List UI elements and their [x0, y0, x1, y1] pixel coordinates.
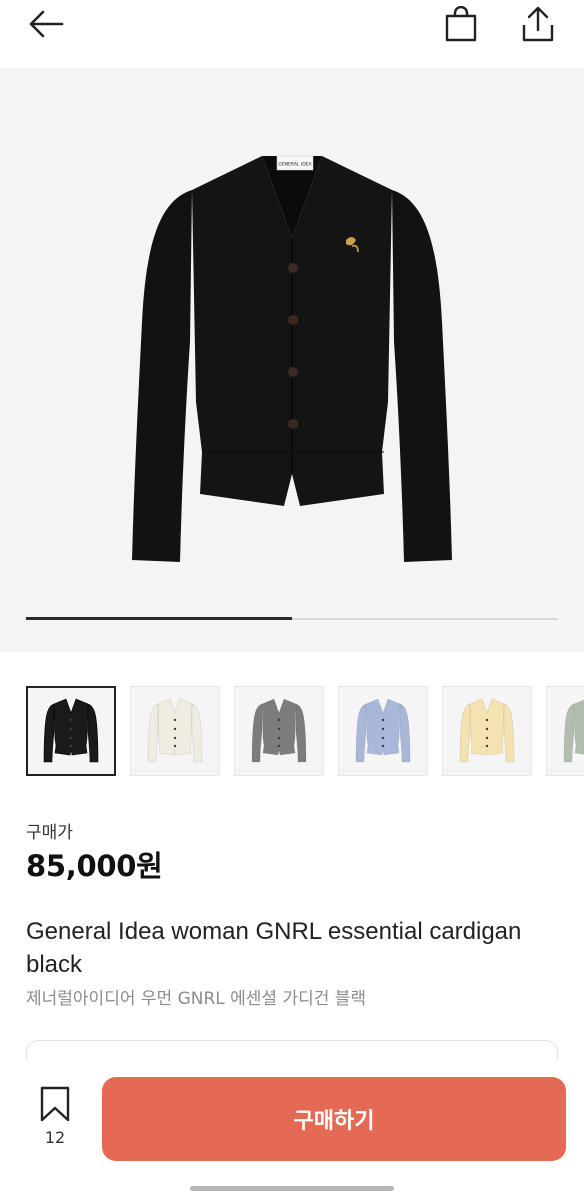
image-progress-fill [26, 617, 292, 620]
share-icon [522, 6, 554, 42]
product-image-carousel[interactable]: GENERAL IDEA [0, 68, 584, 652]
bookmark-icon [40, 1086, 70, 1122]
color-thumbnail-black[interactable] [26, 686, 116, 776]
color-thumbnail-light-blue[interactable] [338, 686, 428, 776]
cardigan-thumbnail-image [147, 698, 203, 763]
product-subtitle: 제너럴아이디어 우먼 GNRL 에센셜 가디건 블랙 [26, 989, 367, 1009]
image-progress-track [26, 617, 558, 620]
buy-button[interactable]: 구매하기 [102, 1077, 566, 1161]
shopping-bag-button[interactable] [438, 2, 484, 46]
product-title: General Idea woman GNRL essential cardig… [26, 918, 522, 978]
left-sleeve [132, 190, 192, 562]
brand-label-text: GENERAL IDEA [278, 162, 312, 168]
cardigan-thumbnail-image [459, 698, 515, 763]
color-thumbnail-sage[interactable] [546, 686, 584, 776]
home-indicator [190, 1186, 394, 1191]
top-navigation-bar [0, 0, 584, 50]
color-thumbnail-list [26, 686, 584, 776]
cardigan-thumbnail-image [43, 698, 99, 763]
color-thumbnail-ivory[interactable] [130, 686, 220, 776]
cardigan-image: GENERAL IDEA [132, 155, 452, 562]
price-value: 85,000원 [26, 849, 163, 883]
share-button[interactable] [514, 2, 562, 46]
wishlist-button[interactable]: 12 [30, 1086, 80, 1156]
wishlist-count: 12 [44, 1128, 66, 1147]
cardigan-thumbnail-image [355, 698, 411, 763]
right-sleeve [392, 190, 452, 562]
color-thumbnail-butter-yellow[interactable] [442, 686, 532, 776]
shopping-bag-icon [445, 6, 477, 42]
cardigan-thumbnail-image [563, 699, 584, 763]
back-button[interactable] [22, 4, 70, 44]
color-thumbnail-gray[interactable] [234, 686, 324, 776]
price-label: 구매가 [26, 823, 73, 843]
arrow-left-icon [29, 10, 64, 38]
cardigan-thumbnail-image [251, 698, 307, 763]
bottom-action-bar: 12 구매하기 [0, 1060, 584, 1200]
